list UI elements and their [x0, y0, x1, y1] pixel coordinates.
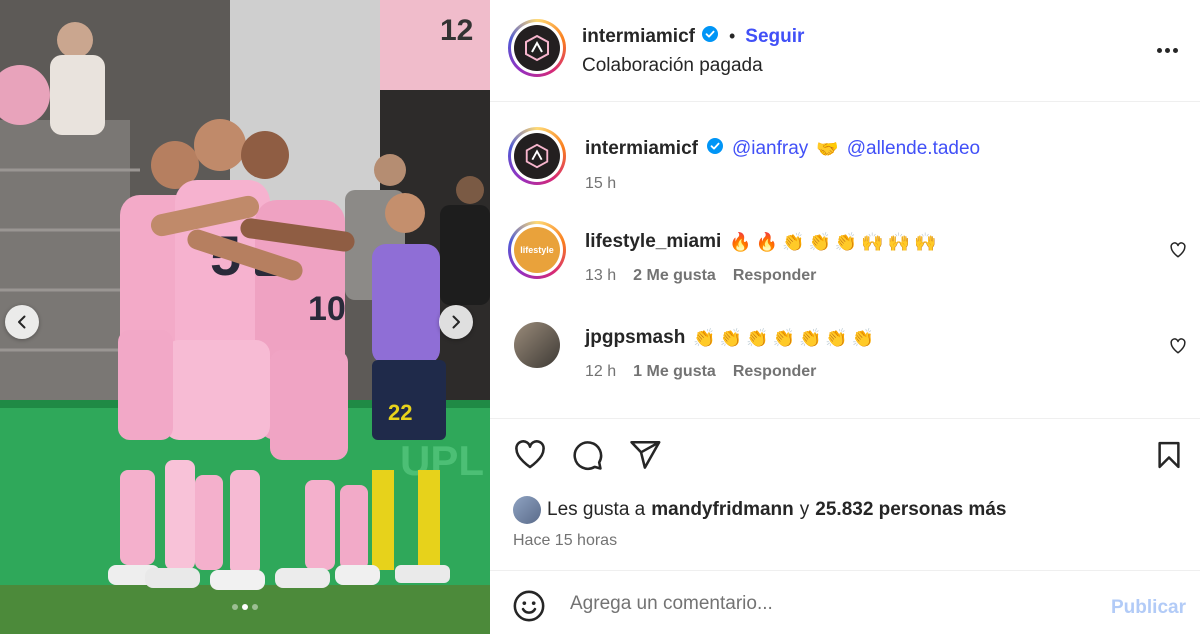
- reply-button[interactable]: Responder: [733, 363, 817, 381]
- post-photo: 12 UPL 22 10: [0, 0, 490, 634]
- carousel-next-button[interactable]: [439, 305, 473, 339]
- verified-badge-icon: [706, 137, 724, 161]
- mention-link[interactable]: @ianfray: [732, 138, 808, 160]
- comment-text: 👏👏👏👏👏👏👏: [693, 327, 879, 348]
- like-heart-icon[interactable]: [512, 438, 548, 472]
- commenter-avatar[interactable]: lifestyle: [508, 221, 566, 279]
- mention-link[interactable]: @allende.tadeo: [847, 138, 980, 160]
- verified-badge-icon: [701, 25, 719, 48]
- post-details-panel: intermiamicf • Seguir Colaboración pagad…: [490, 0, 1200, 634]
- svg-text:22: 22: [388, 400, 412, 425]
- comment-bubble-icon[interactable]: [570, 438, 604, 472]
- likes-count[interactable]: 25.832 personas más: [815, 499, 1006, 521]
- liker-avatar[interactable]: [513, 496, 541, 524]
- header-separator: •: [728, 26, 736, 46]
- comment-time[interactable]: 13 h: [585, 267, 616, 285]
- author-avatar[interactable]: [508, 19, 566, 77]
- likes-connector: y: [799, 499, 810, 520]
- post-header: intermiamicf • Seguir Colaboración pagad…: [490, 0, 1200, 102]
- liker-username[interactable]: mandyfridmann: [651, 499, 794, 521]
- carousel-dot-active: [242, 604, 248, 610]
- inter-miami-logo-icon: [514, 25, 560, 71]
- commenter-avatar[interactable]: [514, 322, 560, 368]
- action-bar: [490, 420, 1200, 490]
- chevron-left-icon: [18, 315, 26, 329]
- comment-text: 🔥🔥👏👏👏🙌🙌🙌: [729, 231, 941, 252]
- likes-prefix: Les gusta a: [547, 499, 646, 520]
- commenter-username[interactable]: lifestyle_miami: [585, 231, 721, 253]
- post-media[interactable]: 12 UPL 22 10: [0, 0, 490, 634]
- carousel-indicator: [0, 604, 490, 610]
- more-options-icon[interactable]: [1152, 37, 1182, 63]
- comment-input[interactable]: [570, 589, 1090, 619]
- caption-author-avatar[interactable]: [508, 127, 566, 185]
- avatar-lettering: lifestyle: [520, 245, 554, 255]
- comment-like-heart-icon[interactable]: [1169, 337, 1187, 355]
- stadium-sign-number: 12: [440, 14, 473, 47]
- caption-time[interactable]: 15 h: [585, 175, 616, 193]
- inter-miami-logo-icon: [514, 133, 560, 179]
- likes-summary: Les gusta a mandyfridmann y 25.832 perso…: [513, 496, 1006, 524]
- comment-like-heart-icon[interactable]: [1169, 241, 1187, 259]
- post-timestamp[interactable]: Hace 15 horas: [513, 532, 617, 550]
- comment-time[interactable]: 12 h: [585, 363, 616, 381]
- comments-list[interactable]: intermiamicf @ianfray 🤝 @allende.tadeo 1…: [490, 103, 1200, 419]
- share-send-icon[interactable]: [628, 438, 662, 472]
- handshake-emoji: 🤝: [816, 138, 839, 159]
- lifestyle-logo-icon: lifestyle: [514, 227, 560, 273]
- author-username[interactable]: intermiamicf: [582, 26, 695, 48]
- caption-username[interactable]: intermiamicf: [585, 138, 698, 160]
- carousel-dot: [232, 604, 238, 610]
- follow-button[interactable]: Seguir: [745, 26, 804, 48]
- comment-likes-count[interactable]: 1 Me gusta: [633, 363, 716, 381]
- svg-text:UPL: UPL: [400, 437, 484, 484]
- publish-button[interactable]: Publicar: [1111, 597, 1186, 619]
- jersey-number-2: 10: [308, 290, 346, 328]
- add-comment-bar: Publicar: [490, 570, 1200, 634]
- reply-button[interactable]: Responder: [733, 267, 817, 285]
- paid-partnership-label[interactable]: Colaboración pagada: [582, 55, 763, 77]
- carousel-prev-button[interactable]: [5, 305, 39, 339]
- commenter-username[interactable]: jpgpsmash: [585, 327, 685, 349]
- carousel-dot: [252, 604, 258, 610]
- save-bookmark-icon[interactable]: [1154, 438, 1184, 472]
- emoji-picker-icon[interactable]: [512, 589, 546, 623]
- chevron-right-icon: [452, 315, 460, 329]
- comment-likes-count[interactable]: 2 Me gusta: [633, 267, 716, 285]
